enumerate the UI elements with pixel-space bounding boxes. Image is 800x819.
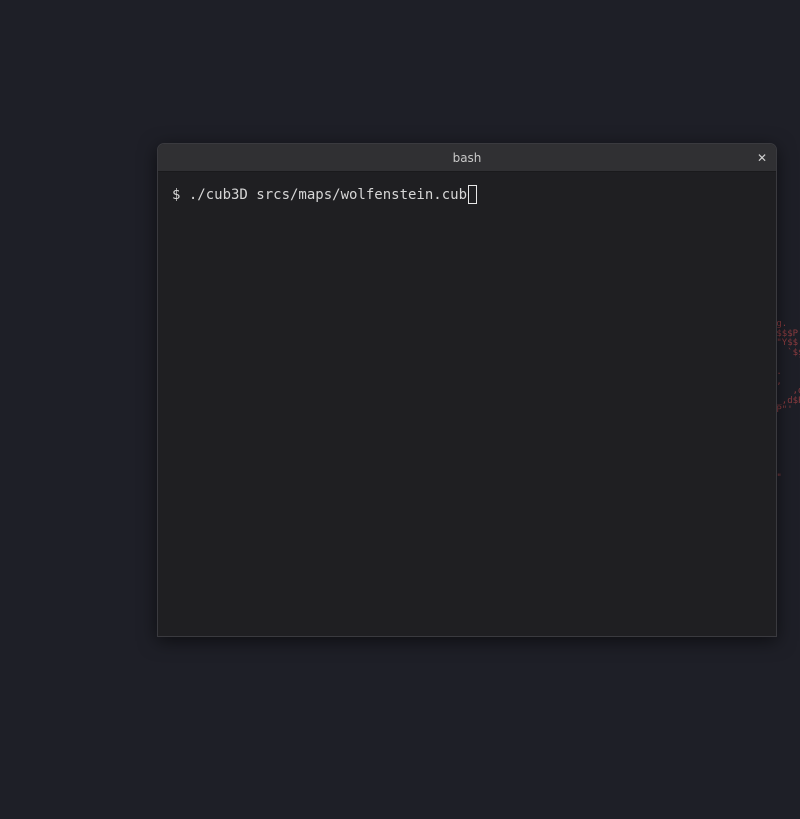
command-line[interactable]: $ ./cub3D srcs/maps/wolfenstein.cub [172, 185, 762, 204]
terminal-window[interactable]: bash ✕ $ ./cub3D srcs/maps/wolfenstein.c… [157, 143, 777, 637]
desktop: _,met$$$$$gg. ,g$$$$$$$$$$$$$$$P. ,g$$P"… [0, 0, 800, 819]
command-text: ./cub3D srcs/maps/wolfenstein.cub [188, 186, 468, 203]
close-button[interactable]: ✕ [753, 149, 771, 167]
shell-prompt: $ [172, 186, 189, 203]
close-icon: ✕ [756, 151, 768, 165]
window-titlebar[interactable]: bash ✕ [158, 144, 776, 172]
window-title: bash [452, 151, 482, 165]
text-cursor [468, 185, 478, 204]
terminal-output[interactable]: $ ./cub3D srcs/maps/wolfenstein.cub [158, 172, 776, 636]
